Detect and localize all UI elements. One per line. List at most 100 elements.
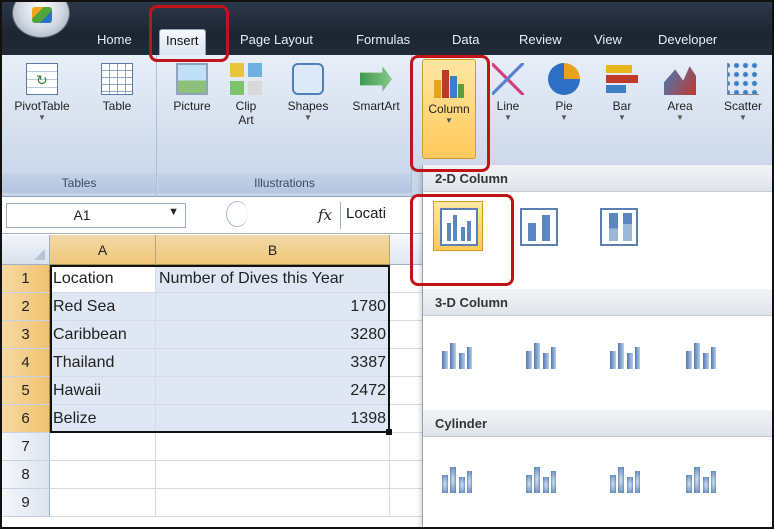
pie-label: Pie bbox=[555, 99, 573, 113]
row-header[interactable]: 4 bbox=[2, 349, 50, 377]
tab-developer[interactable]: Developer bbox=[652, 29, 723, 55]
cell-b[interactable]: 3280 bbox=[156, 321, 390, 349]
formula-bar: A1 ▼ fx Locati bbox=[2, 198, 422, 234]
clustered-cylinder-option[interactable] bbox=[431, 451, 481, 501]
select-all-button[interactable] bbox=[2, 235, 50, 265]
clip-art-label: Clip bbox=[235, 99, 257, 113]
area-label: Area bbox=[667, 99, 693, 113]
fill-handle[interactable] bbox=[386, 429, 392, 435]
cell-b[interactable] bbox=[156, 489, 390, 517]
100-stacked-column-option[interactable] bbox=[593, 201, 643, 251]
row-header[interactable]: 1 bbox=[2, 265, 50, 293]
chevron-down-icon: ▼ bbox=[618, 113, 626, 122]
gallery-section-3d-column: 3-D Column bbox=[423, 289, 772, 316]
pivot-table-icon bbox=[26, 63, 58, 95]
chevron-down-icon: ▼ bbox=[739, 113, 747, 122]
cell-a[interactable] bbox=[50, 433, 156, 461]
name-box[interactable]: A1 ▼ bbox=[6, 203, 186, 228]
row-header[interactable]: 2 bbox=[2, 293, 50, 321]
cell-b[interactable] bbox=[156, 433, 390, 461]
chevron-down-icon: ▼ bbox=[504, 113, 512, 122]
tab-data[interactable]: Data bbox=[446, 29, 485, 55]
100-stacked-cylinder-option[interactable] bbox=[599, 451, 649, 501]
chevron-down-icon[interactable]: ▼ bbox=[168, 206, 179, 218]
picture-button[interactable]: Picture bbox=[164, 57, 220, 113]
tab-view[interactable]: View bbox=[588, 29, 628, 55]
tab-page-layout[interactable]: Page Layout bbox=[234, 29, 319, 55]
ribbon-tab-bar: Home Insert Page Layout Formulas Data Re… bbox=[2, 2, 772, 57]
tab-review[interactable]: Review bbox=[513, 29, 568, 55]
3d-column-option[interactable] bbox=[675, 327, 725, 377]
3d-100-stacked-column-option[interactable] bbox=[599, 327, 649, 377]
excel-window: Home Insert Page Layout Formulas Data Re… bbox=[0, 0, 774, 529]
cell-c[interactable] bbox=[390, 489, 424, 517]
cell-b[interactable]: 1398 bbox=[156, 405, 390, 433]
row-header[interactable]: 9 bbox=[2, 489, 50, 517]
tab-home[interactable]: Home bbox=[91, 29, 138, 55]
cell-a[interactable]: Caribbean bbox=[50, 321, 156, 349]
3d-clustered-column-option[interactable] bbox=[431, 327, 481, 377]
cell-c[interactable] bbox=[390, 349, 424, 377]
highlight-clustered-column bbox=[410, 194, 514, 286]
group-label-illustrations: Illustrations bbox=[158, 173, 411, 193]
smartart-button[interactable]: SmartArt bbox=[342, 57, 410, 113]
line-label: Line bbox=[496, 99, 520, 113]
scatter-chart-button[interactable]: Scatter ▼ bbox=[713, 57, 772, 123]
pie-chart-icon bbox=[548, 63, 580, 95]
area-chart-button[interactable]: Area ▼ bbox=[655, 57, 705, 123]
column-header-b[interactable]: B bbox=[156, 235, 390, 265]
row-header[interactable]: 5 bbox=[2, 377, 50, 405]
clip-art-icon bbox=[230, 63, 262, 95]
bar-chart-button[interactable]: Bar ▼ bbox=[597, 57, 647, 123]
table-icon bbox=[101, 63, 133, 95]
cell-a[interactable] bbox=[50, 489, 156, 517]
gallery-section-cylinder: Cylinder bbox=[423, 410, 772, 437]
cell-a[interactable]: Belize bbox=[50, 405, 156, 433]
shapes-button[interactable]: Shapes ▼ bbox=[278, 57, 338, 123]
chevron-down-icon: ▼ bbox=[38, 113, 46, 122]
cell-b[interactable] bbox=[156, 461, 390, 489]
cell-c[interactable] bbox=[390, 433, 424, 461]
stacked-cylinder-icon bbox=[522, 458, 560, 496]
smartart-label: SmartArt bbox=[352, 99, 400, 113]
highlight-column-button bbox=[410, 55, 490, 172]
stacked-column-option[interactable] bbox=[513, 201, 563, 251]
cell-a[interactable]: Location bbox=[50, 265, 156, 293]
cell-b[interactable]: Number of Dives this Year bbox=[156, 265, 390, 293]
cell-b[interactable]: 3387 bbox=[156, 349, 390, 377]
cell-c[interactable] bbox=[390, 321, 424, 349]
cell-b[interactable]: 1780 bbox=[156, 293, 390, 321]
row-header[interactable]: 6 bbox=[2, 405, 50, 433]
100-stacked-column-icon bbox=[600, 208, 638, 246]
stacked-cylinder-option[interactable] bbox=[515, 451, 565, 501]
row-header[interactable]: 7 bbox=[2, 433, 50, 461]
column-header-a[interactable]: A bbox=[50, 235, 156, 265]
3d-stacked-column-option[interactable] bbox=[515, 327, 565, 377]
bar-chart-icon bbox=[606, 63, 638, 95]
office-button[interactable] bbox=[12, 2, 70, 38]
tab-formulas[interactable]: Formulas bbox=[350, 29, 416, 55]
table-button[interactable]: Table bbox=[82, 57, 152, 113]
pie-chart-button[interactable]: Pie ▼ bbox=[539, 57, 589, 123]
chevron-down-icon: ▼ bbox=[676, 113, 684, 122]
pivot-table-button[interactable]: PivotTable ▼ bbox=[6, 57, 78, 123]
row-header[interactable]: 8 bbox=[2, 461, 50, 489]
cell-c[interactable] bbox=[390, 293, 424, 321]
clip-art-button[interactable]: Clip Art bbox=[224, 57, 268, 127]
scatter-chart-icon bbox=[727, 63, 759, 95]
3d-clustered-column-icon bbox=[438, 334, 476, 372]
insert-function-button[interactable]: fx bbox=[318, 206, 332, 224]
cell-c[interactable] bbox=[390, 461, 424, 489]
cell-a[interactable] bbox=[50, 461, 156, 489]
cell-a[interactable]: Hawaii bbox=[50, 377, 156, 405]
cell-a[interactable]: Red Sea bbox=[50, 293, 156, 321]
row-header[interactable]: 3 bbox=[2, 321, 50, 349]
cell-c[interactable] bbox=[390, 405, 424, 433]
cell-b[interactable]: 2472 bbox=[156, 377, 390, 405]
line-chart-icon bbox=[492, 63, 524, 95]
cell-c[interactable] bbox=[390, 377, 424, 405]
line-chart-button[interactable]: Line ▼ bbox=[483, 57, 533, 123]
cell-a[interactable]: Thailand bbox=[50, 349, 156, 377]
formula-input[interactable]: Locati bbox=[346, 205, 386, 222]
3d-cylinder-option[interactable] bbox=[675, 451, 725, 501]
